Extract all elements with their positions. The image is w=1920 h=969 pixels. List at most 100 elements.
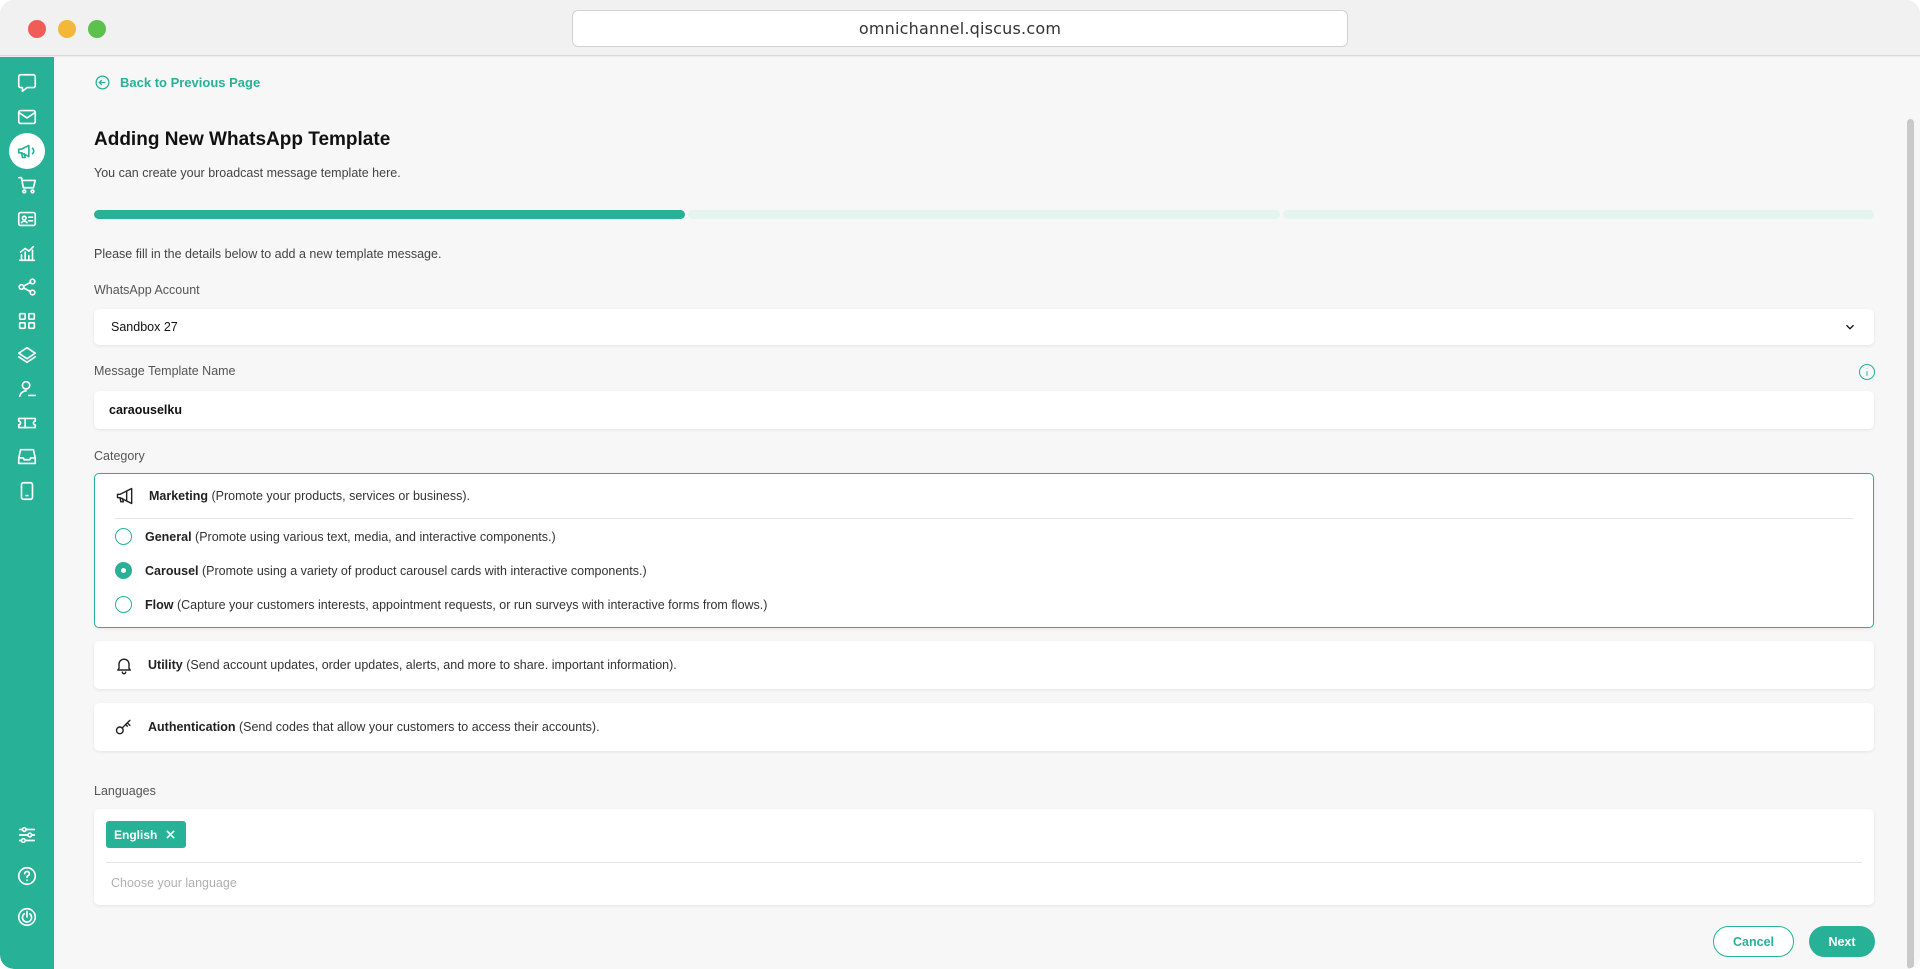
user-icon	[18, 380, 37, 398]
languages-multiselect[interactable]: English Choose your language	[94, 809, 1874, 905]
next-button[interactable]: Next	[1809, 926, 1875, 957]
option-carousel-desc: (Promote using a variety of product caro…	[198, 563, 647, 578]
contact-card-icon	[17, 211, 37, 227]
category-label: Category	[94, 449, 145, 463]
help-icon	[17, 866, 37, 886]
option-general-desc: (Promote using various text, media, and …	[191, 529, 556, 544]
radio-flow[interactable]	[115, 596, 132, 613]
info-icon[interactable]	[1858, 363, 1876, 381]
sidebar-item-settings[interactable]	[9, 817, 45, 853]
marketing-option-general[interactable]: General (Promote using various text, med…	[115, 528, 556, 545]
step-progress-bar	[94, 210, 1874, 219]
radio-carousel[interactable]	[115, 562, 132, 579]
progress-step-2	[688, 210, 1280, 219]
title-bar: omnichannel.qiscus.com	[0, 0, 1920, 56]
sidebar-item-contacts[interactable]	[9, 201, 45, 237]
whatsapp-account-label: WhatsApp Account	[94, 283, 200, 297]
language-search-input[interactable]: Choose your language	[111, 876, 237, 890]
language-chip-english[interactable]: English	[106, 821, 187, 848]
apps-grid-icon	[18, 312, 36, 330]
marketing-option-carousel[interactable]: Carousel (Promote using a variety of pro…	[115, 562, 647, 579]
category-marketing-card[interactable]: Marketing (Promote your products, servic…	[94, 473, 1874, 628]
languages-divider	[106, 862, 1862, 863]
language-chip-label: English	[114, 827, 158, 842]
progress-step-1	[94, 210, 686, 219]
option-general-name: General	[145, 529, 192, 544]
option-general-text: General (Promote using various text, med…	[145, 530, 556, 544]
sidebar-item-broadcast[interactable]	[9, 133, 45, 169]
close-window-button[interactable]	[28, 20, 46, 38]
category-divider	[115, 518, 1853, 519]
sidebar-item-apps[interactable]	[9, 303, 45, 339]
maximize-window-button[interactable]	[88, 20, 106, 38]
category-authentication-name: Authentication	[148, 720, 236, 734]
sidebar-item-logout[interactable]	[9, 899, 45, 935]
browser-window: omnichannel.qiscus.com Back to Previous …	[0, 0, 1920, 969]
option-carousel-text: Carousel (Promote using a variety of pro…	[145, 564, 647, 578]
sliders-icon	[18, 826, 36, 844]
option-flow-desc: (Capture your customers interests, appoi…	[173, 597, 768, 612]
category-authentication-card[interactable]: Authentication (Send codes that allow yo…	[94, 703, 1874, 751]
sidebar-nav	[0, 57, 54, 969]
category-marketing-header: Marketing (Promote your products, servic…	[115, 486, 470, 506]
minimize-window-button[interactable]	[58, 20, 76, 38]
layers-icon	[17, 346, 37, 364]
sidebar-item-commerce[interactable]	[9, 167, 45, 203]
cancel-button[interactable]: Cancel	[1713, 926, 1794, 957]
template-name-input[interactable]: caraouselku	[94, 391, 1874, 429]
sidebar-item-channels[interactable]	[9, 337, 45, 373]
whatsapp-account-value: Sandbox 27	[111, 320, 178, 334]
back-link[interactable]: Back to Previous Page	[94, 74, 260, 91]
category-marketing-text: Marketing (Promote your products, servic…	[149, 489, 470, 503]
category-utility-card[interactable]: Utility (Send account updates, order upd…	[94, 641, 1874, 689]
category-authentication-text: Authentication (Send codes that allow yo…	[148, 720, 600, 734]
sidebar-item-mobile[interactable]	[9, 473, 45, 509]
key-icon	[115, 719, 131, 735]
back-link-label: Back to Previous Page	[120, 75, 261, 90]
category-utility-text: Utility (Send account updates, order upd…	[148, 658, 677, 672]
marketing-option-flow[interactable]: Flow (Capture your customers interests, …	[115, 596, 767, 613]
sidebar-item-mail[interactable]	[9, 99, 45, 135]
page-title: Adding New WhatsApp Template	[94, 129, 391, 150]
category-utility-header: Utility (Send account updates, order upd…	[114, 655, 677, 675]
category-authentication-header: Authentication (Send codes that allow yo…	[114, 717, 600, 737]
sidebar-item-tickets[interactable]	[9, 405, 45, 441]
inbox-icon	[17, 448, 37, 465]
bell-icon	[117, 658, 131, 675]
option-flow-name: Flow	[145, 597, 174, 612]
page-subtitle: You can create your broadcast message te…	[94, 166, 401, 180]
address-bar[interactable]: omnichannel.qiscus.com	[572, 10, 1348, 47]
whatsapp-account-select[interactable]: Sandbox 27	[94, 309, 1874, 345]
sidebar-item-agents[interactable]	[9, 371, 45, 407]
sidebar-item-chat[interactable]	[9, 65, 45, 101]
ticket-icon	[17, 417, 37, 429]
megaphone-icon	[116, 487, 133, 505]
analytics-icon	[18, 245, 36, 262]
category-marketing-desc: (Promote your products, services or busi…	[208, 489, 470, 503]
chevron-down-icon	[1846, 324, 1854, 330]
mobile-icon	[20, 481, 34, 501]
power-icon	[17, 907, 37, 927]
template-name-label: Message Template Name	[94, 364, 236, 378]
category-authentication-desc: (Send codes that allow your customers to…	[235, 720, 600, 734]
mail-icon	[17, 109, 37, 125]
form-instruction: Please fill in the details below to add …	[94, 247, 442, 261]
arrow-left-circle-icon	[95, 75, 110, 90]
share-nodes-icon	[18, 278, 36, 296]
sidebar-item-inbox[interactable]	[9, 439, 45, 475]
option-carousel-name: Carousel	[145, 563, 199, 578]
option-flow-text: Flow (Capture your customers interests, …	[145, 598, 767, 612]
chat-bubble-icon	[17, 73, 37, 93]
sidebar-item-integrations[interactable]	[9, 269, 45, 305]
close-icon[interactable]	[165, 829, 176, 840]
category-marketing-name: Marketing	[149, 489, 209, 503]
category-utility-desc: (Send account updates, order updates, al…	[182, 658, 677, 672]
sidebar-item-analytics[interactable]	[9, 235, 45, 271]
main-content: Back to Previous Page Adding New WhatsAp…	[54, 57, 1920, 969]
sidebar-item-help[interactable]	[9, 858, 45, 894]
page-scrollbar[interactable]	[1907, 119, 1914, 969]
category-utility-name: Utility	[148, 658, 183, 672]
megaphone-icon	[17, 144, 35, 159]
cart-icon	[17, 176, 37, 194]
radio-general[interactable]	[115, 528, 132, 545]
